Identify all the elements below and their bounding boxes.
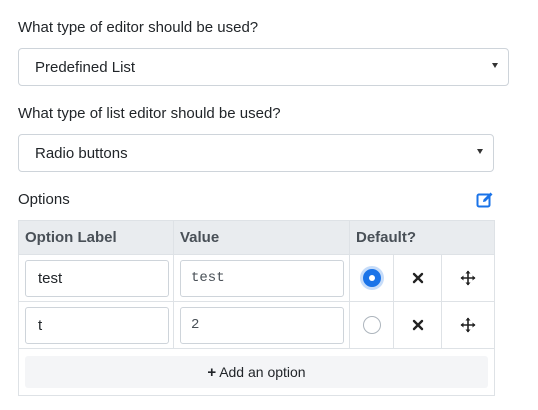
add-option-label: Add an option <box>219 364 306 380</box>
remove-option-icon[interactable] <box>412 272 424 284</box>
plus-icon: + <box>207 363 217 381</box>
option-value-cell: test <box>173 254 350 302</box>
list-editor-type-selected-value: Radio buttons <box>35 144 128 162</box>
move-cell <box>440 301 496 349</box>
add-option-button[interactable]: + Add an option <box>25 356 489 388</box>
column-header-default: Default? <box>348 220 496 255</box>
default-cell <box>349 254 394 302</box>
editor-type-selected-value: Predefined List <box>35 58 136 76</box>
remove-cell <box>393 254 442 302</box>
move-arrows-icon[interactable] <box>460 270 476 286</box>
option-value-input[interactable]: 2 <box>180 306 344 344</box>
options-header-row: Option Label Value Default? <box>18 220 496 255</box>
option-label-input[interactable]: test <box>25 259 169 297</box>
default-radio[interactable] <box>362 316 381 334</box>
list-editor-type-select[interactable]: Radio buttons <box>18 134 494 172</box>
option-value-input[interactable]: test <box>180 259 344 297</box>
remove-cell <box>393 301 442 349</box>
list-editor-type-label: What type of list editor should be used? <box>18 105 281 122</box>
option-label-cell: test <box>18 254 174 302</box>
editor-type-select[interactable]: Predefined List <box>18 48 509 86</box>
option-label-cell: t <box>18 301 174 349</box>
table-row: t 2 <box>18 301 496 349</box>
default-cell <box>349 301 394 349</box>
add-option-row: + Add an option <box>17 348 496 396</box>
remove-option-icon[interactable] <box>412 319 424 331</box>
editor-type-label: What type of editor should be used? <box>18 19 259 36</box>
column-header-value: Value <box>173 220 350 255</box>
add-option-cell: + Add an option <box>17 348 496 396</box>
options-table: Option Label Value Default? test test t … <box>17 220 496 396</box>
table-row: test test <box>18 254 496 302</box>
dropdown-caret-icon <box>477 149 483 154</box>
move-cell <box>440 254 496 302</box>
column-header-option-label: Option Label <box>18 220 174 255</box>
options-heading: Options <box>18 191 70 208</box>
edit-square-icon[interactable] <box>476 191 494 209</box>
option-value-cell: 2 <box>173 301 350 349</box>
default-radio[interactable] <box>362 269 381 287</box>
option-label-input[interactable]: t <box>25 306 169 344</box>
move-arrows-icon[interactable] <box>460 317 476 333</box>
dropdown-caret-icon <box>492 63 498 68</box>
